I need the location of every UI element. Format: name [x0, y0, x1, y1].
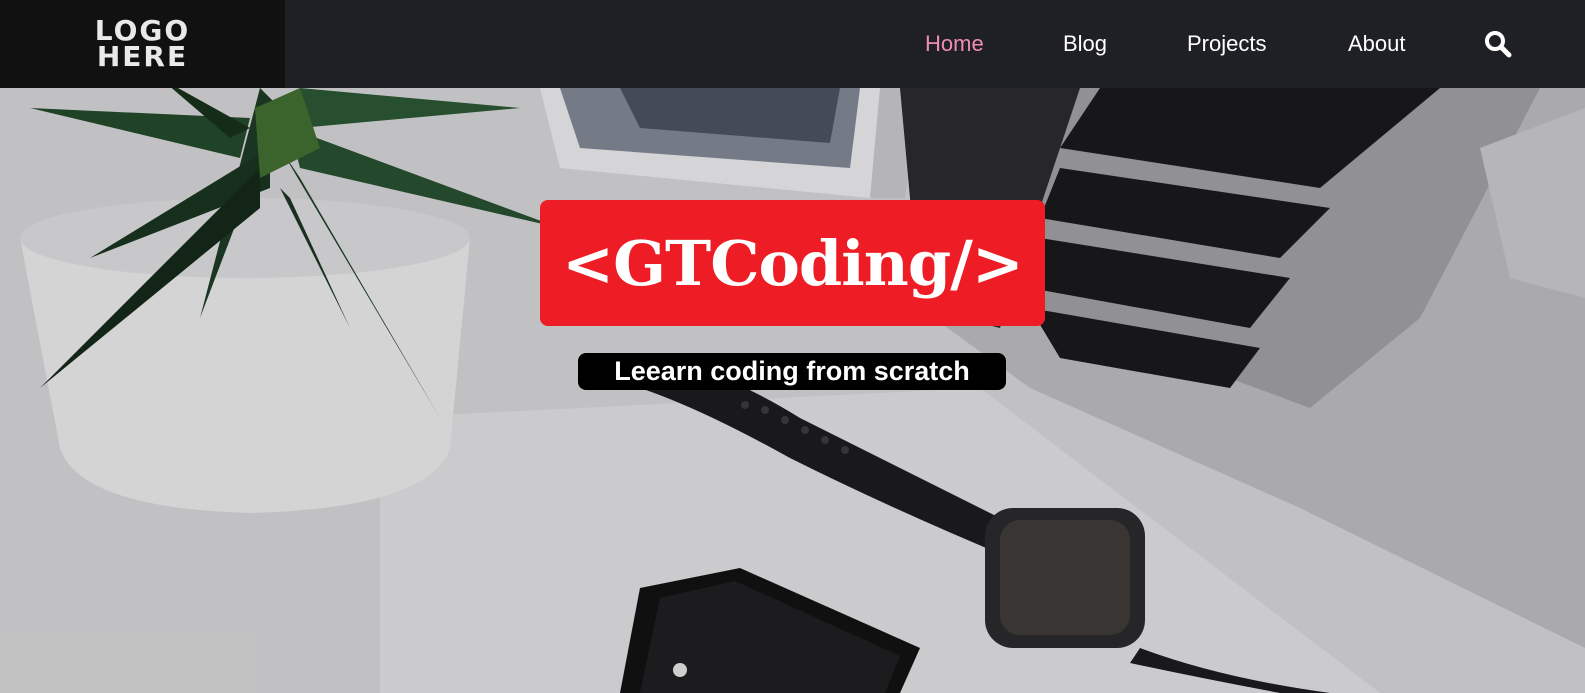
hero-section: <GTCoding/> Leearn coding from scratch — [0, 88, 1585, 693]
hero-title: <GTCoding/> — [562, 226, 1024, 300]
search-icon[interactable] — [1484, 30, 1512, 58]
nav-home-link[interactable]: Home — [925, 31, 984, 57]
nav-blog-link[interactable]: Blog — [1063, 31, 1107, 57]
nav-about-link[interactable]: About — [1348, 31, 1406, 57]
nav-projects-link[interactable]: Projects — [1187, 31, 1266, 57]
site-logo[interactable]: LOGO HERE — [0, 0, 285, 88]
hero-subtitle: Leearn coding from scratch — [614, 356, 970, 386]
hero-overlay — [0, 88, 1585, 693]
hero-subtitle-box: Leearn coding from scratch — [578, 353, 1006, 390]
logo-line-2: HERE — [96, 40, 189, 73]
navbar: LOGO HERE Home Blog Projects About — [0, 0, 1585, 88]
hero-title-box: <GTCoding/> — [540, 200, 1045, 326]
